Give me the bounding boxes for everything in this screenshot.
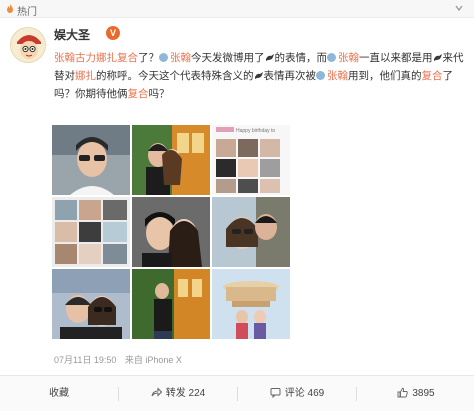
post-text-segment: 了？ bbox=[138, 52, 159, 64]
photo-5[interactable] bbox=[132, 197, 210, 267]
fire-icon bbox=[7, 4, 13, 13]
post-text-segment: 的称呼。今天这个代表特殊含义的 bbox=[96, 70, 254, 82]
post-meta: 07月11日 19:50 来自 iPhone X bbox=[54, 353, 188, 366]
post-text: 张翰古力娜扎复合了？ 张翰今天发微博用了 的表情，而 张翰一直以来都是用 来代替对娜扎的… bbox=[54, 49, 466, 103]
topic-link[interactable]: 娜扎 bbox=[75, 70, 96, 82]
favorite-label: 收藏 bbox=[49, 388, 69, 399]
mention-link[interactable]: 张翰 bbox=[170, 52, 191, 64]
post-text-segment: 一直以来都是用 bbox=[359, 52, 433, 64]
mention-link[interactable]: 张翰 bbox=[338, 52, 359, 64]
post-text-segment: 表情再次被 bbox=[263, 70, 317, 82]
post-text-segment: 吗？ bbox=[148, 88, 170, 100]
svg-text:Happy birthday to: Happy birthday to bbox=[236, 128, 275, 134]
photo-caption: Happy birthday to bbox=[236, 128, 275, 134]
post-text-segment: 用到，他们真的 bbox=[348, 70, 422, 82]
photo-3[interactable]: Happy birthday to bbox=[212, 125, 290, 195]
bird-emoji-icon bbox=[254, 72, 263, 79]
avatar[interactable] bbox=[10, 27, 46, 63]
share-label: 转发 224 bbox=[165, 388, 206, 399]
post-timestamp[interactable]: 07月11日 19:50 bbox=[54, 355, 116, 365]
like-button[interactable]: 3895 bbox=[357, 376, 474, 411]
photo-7[interactable] bbox=[52, 269, 130, 339]
post-text-segment: 的表情，而 bbox=[274, 52, 328, 64]
photo-1[interactable] bbox=[52, 125, 130, 195]
mention-avatar-icon bbox=[159, 53, 168, 62]
like-count: 3895 bbox=[412, 388, 435, 399]
photo-grid: Happy birthday to bbox=[52, 125, 290, 341]
topic-link[interactable]: 复合 bbox=[128, 88, 149, 100]
comment-icon bbox=[270, 388, 281, 398]
mention-avatar-icon bbox=[327, 53, 336, 62]
topic-link[interactable]: 复合 bbox=[422, 70, 443, 82]
favorite-button[interactable]: 收藏 bbox=[0, 376, 118, 411]
chevron-down-icon[interactable] bbox=[454, 3, 464, 13]
bird-emoji-icon bbox=[433, 54, 442, 61]
share-icon bbox=[151, 387, 162, 397]
photo-9[interactable] bbox=[212, 269, 290, 339]
photo-2[interactable] bbox=[132, 125, 210, 195]
photo-8[interactable] bbox=[132, 269, 210, 339]
share-button[interactable]: 转发 224 bbox=[119, 376, 237, 411]
author-name[interactable]: 娱大圣 bbox=[54, 26, 90, 43]
top-bar: 热门 bbox=[0, 0, 474, 18]
comment-label: 评论 469 bbox=[284, 388, 325, 399]
action-bar: 收藏 转发 224 评论 469 3895 bbox=[0, 375, 474, 411]
post-source: 来自 iPhone X bbox=[124, 355, 182, 365]
bird-emoji-icon bbox=[265, 54, 274, 61]
mention-avatar-icon bbox=[316, 71, 325, 80]
topic-link[interactable]: 张翰古力娜扎复合 bbox=[54, 52, 138, 64]
thumbs-up-icon bbox=[397, 387, 409, 398]
comment-button[interactable]: 评论 469 bbox=[238, 376, 356, 411]
mention-link[interactable]: 张翰 bbox=[327, 70, 348, 82]
hot-label: 热门 bbox=[17, 7, 37, 18]
photo-6[interactable] bbox=[212, 197, 290, 267]
photo-4[interactable] bbox=[52, 197, 130, 267]
post-text-segment: 今天发微博用了 bbox=[191, 52, 265, 64]
verified-badge-icon: V bbox=[106, 26, 120, 40]
